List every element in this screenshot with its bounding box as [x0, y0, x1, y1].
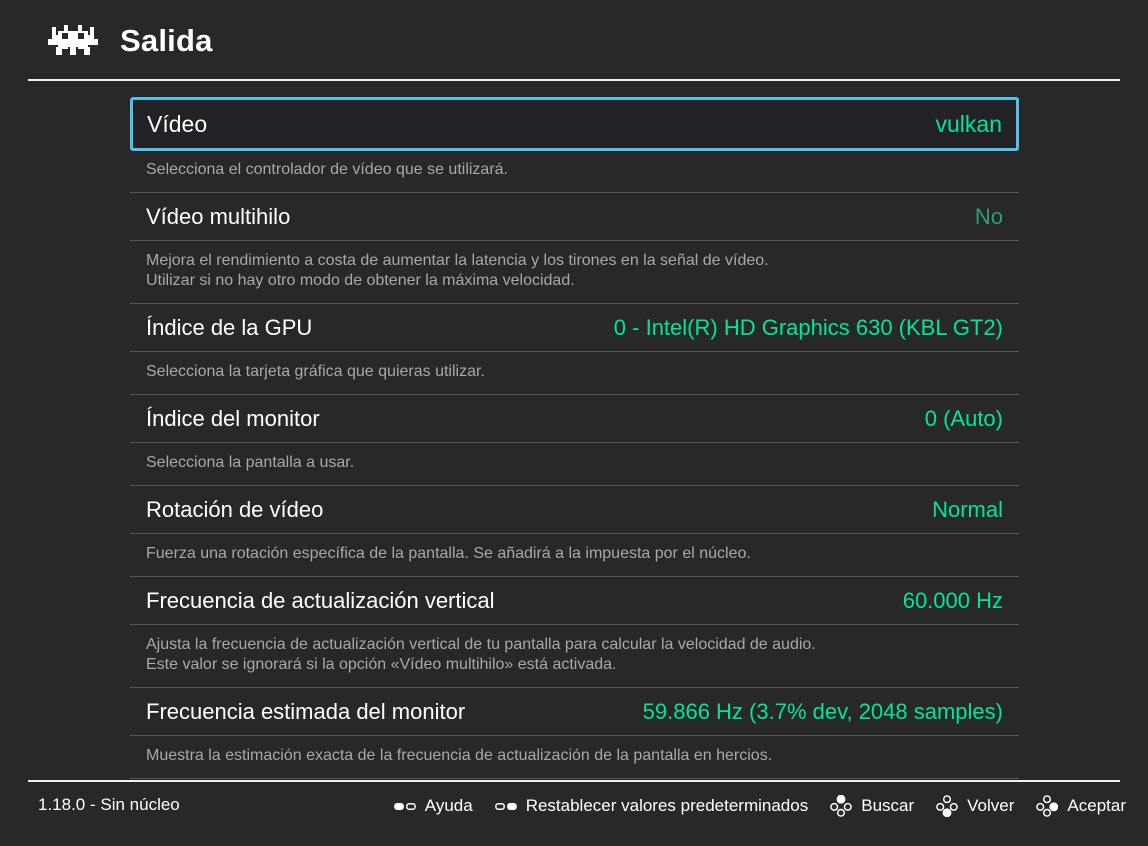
- setting-description: Selecciona el controlador de vídeo que s…: [130, 150, 1019, 193]
- footer-bar: 1.18.0 - Sin núcleo Ayuda Restablecer val…: [0, 782, 1148, 846]
- setting-row-video-driver[interactable]: Vídeo vulkan: [130, 97, 1019, 151]
- gamepad-button-down-icon: [936, 795, 958, 817]
- setting-label: Frecuencia de actualización vertical: [146, 587, 495, 613]
- setting-value[interactable]: 59.866 Hz (3.7% dev, 2048 samples): [643, 699, 1003, 725]
- setting-label: Frecuencia estimada del monitor: [146, 698, 466, 724]
- setting-value[interactable]: Normal: [932, 497, 1003, 523]
- header-divider: [28, 79, 1120, 81]
- setting-label: Índice del monitor: [146, 405, 320, 431]
- setting-row-estimated-monitor-framerate[interactable]: Frecuencia estimada del monitor 59.866 Hz…: [130, 688, 1019, 736]
- page-title: Salida: [120, 23, 213, 58]
- retroarch-settings-screen: Salida Vídeo vulkan Selecciona el controla…: [0, 0, 1148, 846]
- setting-value[interactable]: 0 (Auto): [925, 406, 1003, 432]
- footer-action-label: Buscar: [861, 796, 915, 815]
- setting-value[interactable]: vulkan: [936, 111, 1002, 138]
- footer-action-accept[interactable]: Aceptar: [1036, 794, 1126, 818]
- settings-list[interactable]: Vídeo vulkan Selecciona el controlador de …: [130, 97, 1019, 781]
- setting-value[interactable]: 0 - Intel(R) HD Graphics 630 (KBL GT2): [614, 315, 1003, 341]
- setting-row-video-rotation[interactable]: Rotación de vídeo Normal: [130, 486, 1019, 534]
- setting-label: Vídeo: [147, 110, 208, 137]
- setting-row-vertical-refresh-rate[interactable]: Frecuencia de actualización vertical 60.0…: [130, 577, 1019, 625]
- footer-action-back[interactable]: Volver: [936, 794, 1014, 818]
- gamepad-shoulder-left-icon: [393, 802, 416, 810]
- gamepad-button-right-icon: [1036, 795, 1059, 817]
- setting-row-monitor-index[interactable]: Índice del monitor 0 (Auto): [130, 395, 1019, 443]
- setting-description: Ajusta la frecuencia de actualización ve…: [130, 625, 1019, 688]
- setting-value[interactable]: 60.000 Hz: [903, 588, 1003, 614]
- setting-description: Fuerza una rotación específica de la pan…: [130, 534, 1019, 577]
- setting-value[interactable]: No: [975, 204, 1003, 230]
- footer-action-label: Ayuda: [424, 796, 473, 815]
- footer-action-help[interactable]: Ayuda: [393, 794, 473, 818]
- setting-description: Mejora el rendimiento a costa de aumenta…: [130, 241, 1019, 304]
- header-bar: Salida: [0, 0, 1148, 82]
- setting-row-threaded-video[interactable]: Vídeo multihilo No: [130, 193, 1019, 241]
- gamepad-button-up-icon: [830, 795, 853, 817]
- setting-label: Índice de la GPU: [146, 314, 313, 340]
- footer-actions[interactable]: Ayuda Restablecer valores predeterminados…: [393, 794, 1126, 818]
- setting-label: Vídeo multihilo: [146, 203, 291, 229]
- footer-action-search[interactable]: Buscar: [830, 794, 914, 818]
- setting-description: Selecciona la tarjeta gráfica que quiera…: [130, 352, 1019, 395]
- setting-description: Muestra la estimación exacta de la frecu…: [130, 736, 1019, 779]
- version-label: 1.18.0 - Sin núcleo: [38, 795, 180, 814]
- gamepad-shoulder-right-icon: [494, 802, 517, 810]
- footer-action-label: Restablecer valores predeterminados: [525, 796, 809, 815]
- footer-action-reset-defaults[interactable]: Restablecer valores predeterminados: [494, 794, 809, 818]
- footer-action-label: Aceptar: [1067, 796, 1126, 815]
- setting-label: Rotación de vídeo: [146, 496, 324, 522]
- setting-row-gpu-index[interactable]: Índice de la GPU 0 - Intel(R) HD Graphics…: [130, 304, 1019, 352]
- retroarch-logo-icon: [48, 25, 98, 55]
- setting-description: Selecciona la pantalla a usar.: [130, 443, 1019, 486]
- footer-action-label: Volver: [967, 796, 1015, 815]
